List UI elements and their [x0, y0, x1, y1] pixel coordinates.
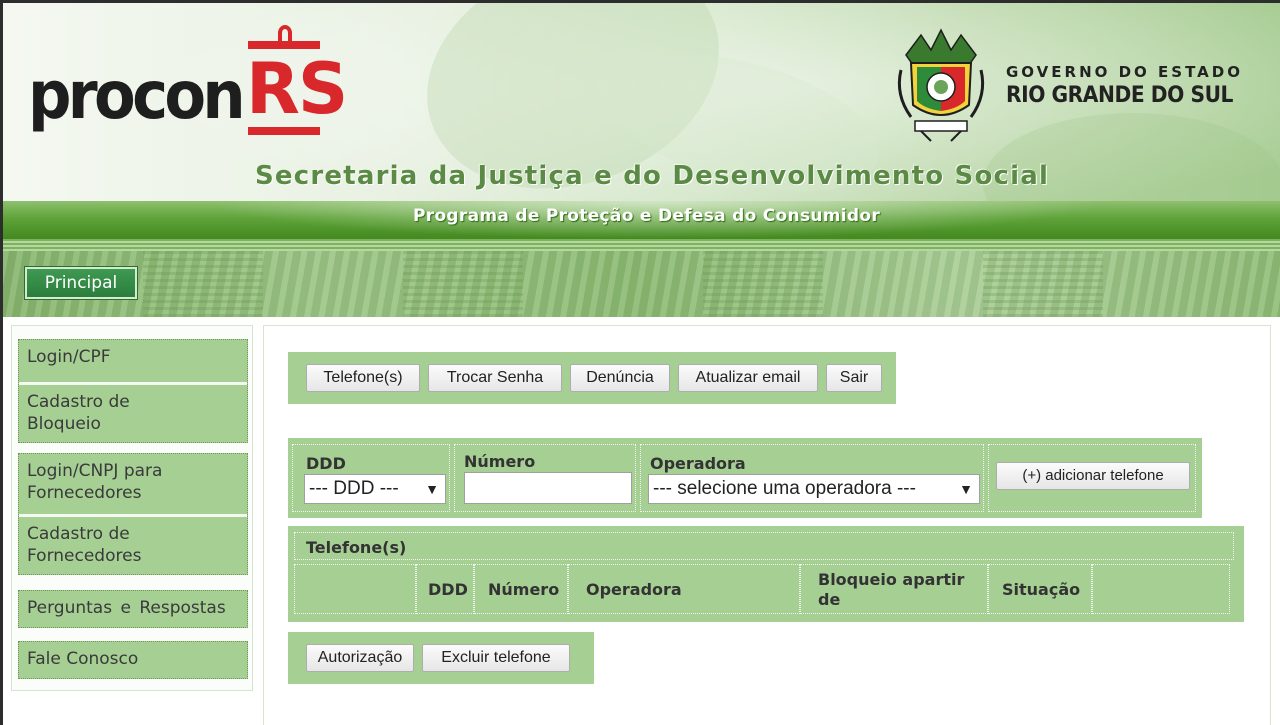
- procon-rs-logo[interactable]: procon RS: [28, 23, 348, 143]
- phones-table: Telefone(s) DDD Número Operadora Bloquei…: [288, 526, 1244, 622]
- sidebar-group-contato: Fale Conosco: [18, 641, 248, 679]
- nav-bar: [3, 251, 1280, 317]
- autorizacao-button[interactable]: Autorização: [306, 644, 414, 672]
- add-phone-form: DDD --- DDD --- ▼ Número Operadora --- s…: [288, 438, 1202, 518]
- dropdown-arrow-icon: ▼: [959, 481, 973, 497]
- denuncia-button[interactable]: Denúncia: [570, 364, 670, 392]
- sidebar-item-label: Cadastro de Bloqueio: [27, 392, 130, 434]
- sidebar-menu: Login/CPF Cadastro de Bloqueio Login/CNP…: [11, 325, 253, 691]
- sidebar-item-perguntas[interactable]: Perguntas e Respostas: [19, 591, 247, 627]
- sidebar-item-label: Login/CNPJ para Fornecedores: [27, 461, 163, 503]
- sair-button[interactable]: Sair: [826, 364, 882, 392]
- sidebar-item-login-cpf[interactable]: Login/CPF: [19, 340, 247, 382]
- toolbar: Telefone(s) Trocar Senha Denúncia Atuali…: [288, 352, 896, 404]
- sidebar-item-label: Perguntas e Respostas: [27, 598, 226, 618]
- excluir-telefone-button[interactable]: Excluir telefone: [422, 644, 570, 672]
- add-phone-button[interactable]: (+) adicionar telefone: [996, 462, 1190, 490]
- sidebar-item-fale-conosco[interactable]: Fale Conosco: [19, 642, 247, 678]
- operadora-label: Operadora: [650, 454, 746, 473]
- numero-label: Número: [464, 452, 536, 471]
- trocar-senha-button[interactable]: Trocar Senha: [428, 364, 562, 392]
- atualizar-email-button[interactable]: Atualizar email: [678, 364, 818, 392]
- sidebar-group-cpf: Login/CPF Cadastro de Bloqueio: [18, 339, 248, 443]
- ddd-select-value: --- DDD ---: [309, 478, 399, 499]
- site-header: procon RS GOVERNO DO ESTADO RIO GRANDE D…: [3, 3, 1280, 253]
- sidebar-group-cnpj: Login/CNPJ para Fornecedores Cadastro de…: [18, 453, 248, 575]
- col-header-numero: Número: [488, 580, 560, 599]
- col-header-ddd: DDD: [428, 580, 468, 599]
- ddd-select[interactable]: --- DDD --- ▼: [304, 474, 446, 504]
- logo-suffix: RS: [246, 48, 348, 130]
- operadora-select[interactable]: --- selecione uma operadora --- ▼: [648, 474, 980, 504]
- gov-line1: GOVERNO DO ESTADO: [1006, 63, 1243, 81]
- phone-actions: Autorização Excluir telefone: [288, 632, 594, 684]
- sidebar-item-label: Login/CPF: [27, 347, 111, 367]
- dropdown-arrow-icon: ▼: [425, 481, 439, 497]
- col-header-operadora: Operadora: [586, 580, 682, 599]
- sidebar-item-cadastro-fornecedores[interactable]: Cadastro de Fornecedores: [19, 514, 247, 574]
- gov-line2: RIO GRANDE DO SUL: [1006, 83, 1233, 108]
- numero-input[interactable]: [464, 472, 632, 504]
- sidebar-item-cadastro-bloqueio[interactable]: Cadastro de Bloqueio: [19, 382, 247, 442]
- telefones-button[interactable]: Telefone(s): [306, 364, 420, 392]
- secretaria-title: Secretaria da Justiça e do Desenvolvimen…: [255, 161, 1050, 191]
- programa-subtitle: Programa de Proteção e Defesa do Consumi…: [413, 206, 881, 226]
- logo-word: procon: [28, 57, 246, 134]
- sidebar-item-label: Cadastro de Fornecedores: [27, 524, 142, 566]
- nav-principal-button[interactable]: Principal: [24, 266, 138, 300]
- col-header-bloqueio: Bloqueio apartir de: [818, 570, 965, 609]
- col-header-situacao: Situação: [1002, 580, 1081, 599]
- coat-of-arms-icon: [897, 28, 985, 142]
- operadora-select-value: --- selecione uma operadora ---: [653, 478, 916, 499]
- header-divider: [3, 239, 1280, 251]
- sidebar-item-login-cnpj[interactable]: Login/CNPJ para Fornecedores: [19, 454, 247, 514]
- sidebar-item-label: Fale Conosco: [27, 649, 139, 669]
- main-content: Telefone(s) Trocar Senha Denúncia Atuali…: [263, 325, 1271, 725]
- phones-table-caption: Telefone(s): [306, 538, 407, 557]
- ddd-label: DDD: [306, 454, 346, 473]
- state-government-label: GOVERNO DO ESTADO RIO GRANDE DO SUL: [1006, 63, 1246, 108]
- sidebar-group-faq: Perguntas e Respostas: [18, 590, 248, 628]
- page-frame: procon RS GOVERNO DO ESTADO RIO GRANDE D…: [0, 0, 1280, 725]
